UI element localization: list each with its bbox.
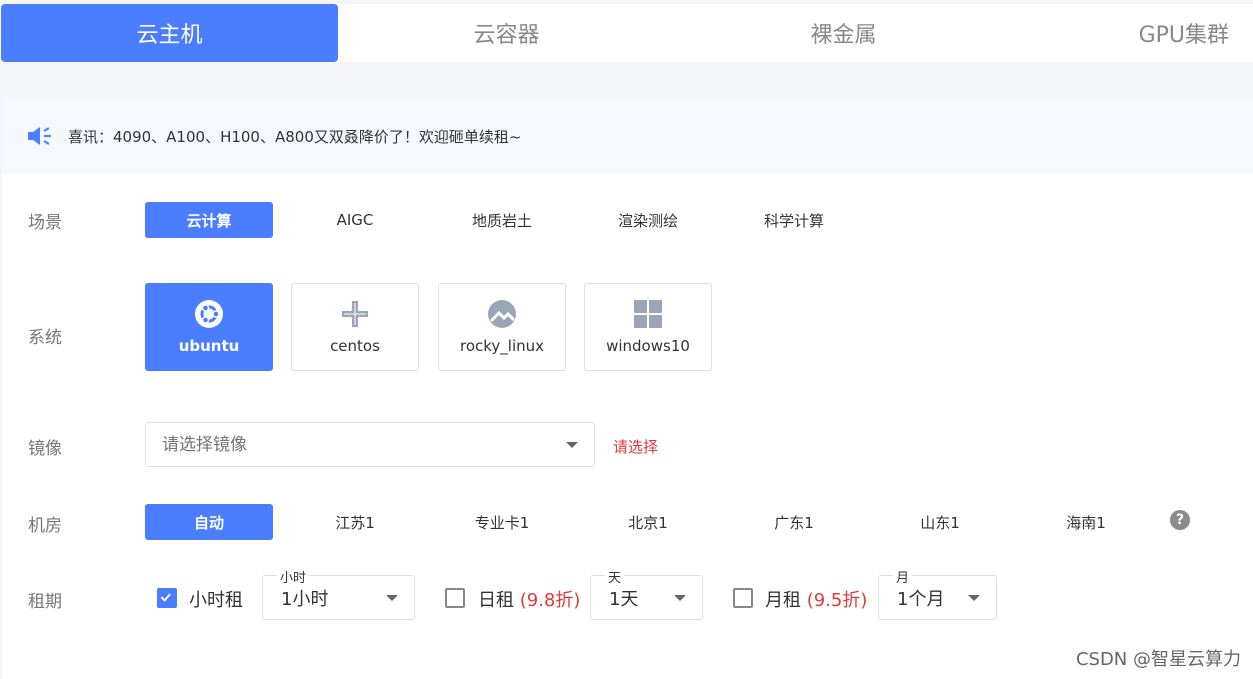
system-label: 系统 <box>28 328 62 348</box>
os-option-ubuntu[interactable]: ubuntu <box>145 283 273 371</box>
os-option-rocky-linux[interactable]: rocky_linux <box>438 283 566 371</box>
monthly-label-group[interactable]: 月租 (9.5折) <box>765 586 867 612</box>
room-option-guangdong1[interactable]: 广东1 <box>730 504 858 540</box>
hourly-select-value: 1小时 <box>281 588 329 610</box>
monthly-checkbox[interactable] <box>733 588 753 608</box>
ubuntu-icon <box>195 300 223 328</box>
monthly-select[interactable]: 月 1个月 <box>878 567 997 620</box>
hourly-select[interactable]: 小时 1小时 <box>262 567 415 620</box>
help-icon[interactable]: ? <box>1170 510 1190 530</box>
daily-checkbox[interactable] <box>445 588 465 608</box>
os-option-windows10[interactable]: windows10 <box>584 283 712 371</box>
centos-icon <box>342 301 368 327</box>
chevron-down-icon <box>968 594 980 601</box>
tab-cloud-host[interactable]: 云主机 <box>1 4 338 62</box>
scene-label: 场景 <box>28 213 62 233</box>
os-name: windows10 <box>606 337 690 355</box>
check-icon <box>160 593 171 602</box>
room-option-auto[interactable]: 自动 <box>145 504 273 540</box>
windows-icon <box>634 300 662 328</box>
hourly-checkbox[interactable] <box>157 588 177 608</box>
daily-discount: (9.8折) <box>519 590 581 611</box>
scene-option-science[interactable]: 科学计算 <box>730 202 858 238</box>
rent-label: 租期 <box>28 592 62 612</box>
config-panel: 喜讯：4090、A100、H100、A800又双叒降价了！欢迎砸单续租~ 场景 … <box>2 98 1253 679</box>
room-option-jiangsu1[interactable]: 江苏1 <box>291 504 419 540</box>
daily-label: 日租 <box>478 590 514 611</box>
tab-gpu-cluster[interactable]: GPU集群 <box>1012 4 1253 62</box>
product-tabs: 云主机 云容器 裸金属 GPU集群 <box>0 4 1253 62</box>
room-label: 机房 <box>28 516 62 536</box>
rocky-linux-icon <box>488 300 516 328</box>
hourly-label[interactable]: 小时租 <box>189 586 243 612</box>
tab-cloud-container[interactable]: 云容器 <box>338 4 675 62</box>
notice-text: 喜讯：4090、A100、H100、A800又双叒降价了！欢迎砸单续租~ <box>68 127 522 146</box>
scene-option-rendering[interactable]: 渲染测绘 <box>584 202 712 238</box>
daily-select[interactable]: 天 1天 <box>590 567 703 620</box>
scene-option-aigc[interactable]: AIGC <box>291 202 419 238</box>
room-option-beijing1[interactable]: 北京1 <box>584 504 712 540</box>
tab-bare-metal[interactable]: 裸金属 <box>675 4 1012 62</box>
os-name: centos <box>330 337 380 355</box>
os-name: ubuntu <box>178 337 240 355</box>
monthly-label: 月租 <box>765 590 801 611</box>
chevron-down-icon <box>674 594 686 601</box>
os-name: rocky_linux <box>459 337 545 355</box>
chevron-down-icon <box>386 594 398 601</box>
scene-option-geology[interactable]: 地质岩土 <box>438 202 566 238</box>
scene-option-cloud-computing[interactable]: 云计算 <box>145 202 273 238</box>
os-option-centos[interactable]: centos <box>291 283 419 371</box>
watermark: CSDN @智星云算力 <box>1075 649 1241 670</box>
daily-label-group[interactable]: 日租 (9.8折) <box>478 586 580 612</box>
monthly-discount: (9.5折) <box>806 590 868 611</box>
megaphone-icon <box>28 127 51 145</box>
daily-select-value: 1天 <box>609 588 639 610</box>
image-select-input[interactable] <box>162 423 521 466</box>
room-option-shandong1[interactable]: 山东1 <box>876 504 1004 540</box>
notice-bar: 喜讯：4090、A100、H100、A800又双叒降价了！欢迎砸单续租~ <box>2 98 1253 174</box>
image-select[interactable] <box>145 422 595 467</box>
room-option-pro-card1[interactable]: 专业卡1 <box>438 504 566 540</box>
chevron-down-icon <box>566 441 578 448</box>
image-hint: 请选择 <box>613 438 659 456</box>
monthly-select-value: 1个月 <box>897 588 945 610</box>
room-option-hainan1[interactable]: 海南1 <box>1022 504 1150 540</box>
image-label: 镜像 <box>28 439 62 459</box>
